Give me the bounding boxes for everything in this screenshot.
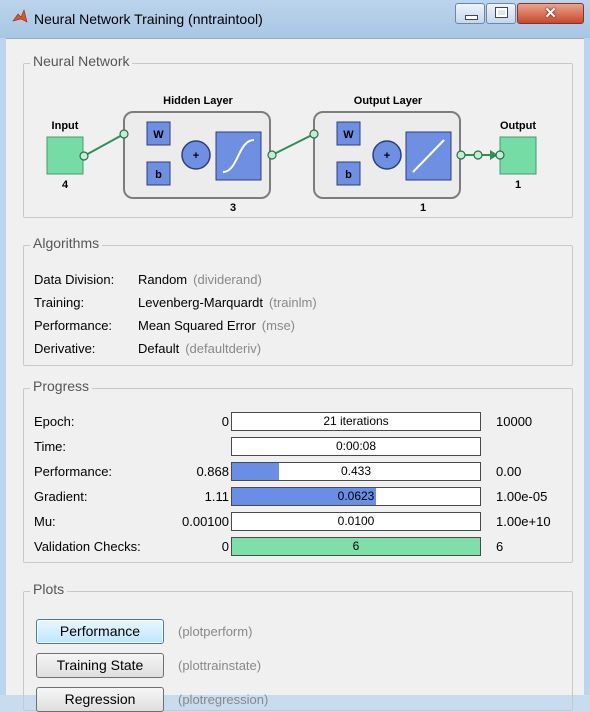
progress-row-time: Time: 0:00:08 bbox=[34, 436, 569, 457]
maximize-button[interactable] bbox=[486, 3, 516, 24]
progress-min: 0.868 bbox=[196, 464, 229, 479]
hidden-sum-symbol: + bbox=[193, 150, 199, 162]
plot-command: (plottrainstate) bbox=[178, 658, 262, 673]
progress-label: Time: bbox=[34, 439, 67, 454]
progress-current: 0:00:08 bbox=[335, 439, 377, 453]
minimize-button[interactable] bbox=[455, 3, 485, 24]
progress-row-gradient: Gradient: 1.11 0.0623 1.00e-05 bbox=[34, 486, 569, 507]
output-label: Output bbox=[500, 120, 536, 132]
progress-max: 6 bbox=[496, 539, 504, 554]
algorithm-function: (trainlm) bbox=[269, 295, 317, 310]
output-bias-label: b bbox=[345, 169, 352, 181]
plot-command: (plotregression) bbox=[178, 692, 269, 707]
input-size: 4 bbox=[62, 179, 69, 191]
hidden-layer-size: 3 bbox=[230, 202, 236, 214]
progress-label: Mu: bbox=[34, 514, 56, 529]
progress-label: Epoch: bbox=[34, 414, 75, 429]
hidden-bias-label: b bbox=[155, 169, 162, 181]
output-node-dot bbox=[495, 150, 505, 160]
progress-min: 0.00100 bbox=[182, 514, 229, 529]
section-title-plots: Plots bbox=[30, 581, 68, 597]
maximize-icon bbox=[496, 8, 507, 17]
progress-min: 0 bbox=[221, 414, 229, 429]
algorithm-value-group: Levenberg-Marquardt (trainlm) bbox=[138, 293, 317, 313]
algorithm-value-group: Mean Squared Error (mse) bbox=[138, 316, 295, 336]
algorithm-label: Performance: bbox=[34, 318, 113, 333]
progress-current: 0.0623 bbox=[337, 489, 375, 503]
hidden-output-dot bbox=[267, 150, 277, 160]
output-chain-dot bbox=[473, 150, 483, 160]
output-layer-title: Output Layer bbox=[354, 95, 423, 107]
algorithm-value-group: Default (defaultderiv) bbox=[138, 339, 261, 359]
algorithms-panel: Algorithms Data Division: Random (divider… bbox=[23, 235, 573, 366]
output-output-dot bbox=[456, 150, 466, 160]
output-size: 1 bbox=[515, 179, 521, 191]
algorithm-value: Levenberg-Marquardt bbox=[138, 295, 264, 310]
progress-max: 10000 bbox=[496, 414, 533, 429]
progress-bar: 0.0100 bbox=[231, 512, 481, 531]
output-layer-size: 1 bbox=[420, 202, 426, 214]
network-diagram: Input 4 Hidden Layer W b + 3 Output Laye… bbox=[46, 95, 537, 214]
window-title: Neural Network Training (nntraintool) bbox=[34, 11, 263, 27]
progress-row-mu: Mu: 0.00100 0.0100 1.00e+10 bbox=[34, 511, 569, 532]
plot-performance-button[interactable]: Performance bbox=[36, 619, 164, 644]
input-label: Input bbox=[52, 120, 79, 132]
close-button[interactable]: ✕ bbox=[517, 3, 584, 24]
hidden-input-dot bbox=[119, 129, 129, 139]
window-frame-right bbox=[584, 38, 590, 695]
neural-network-panel: Neural Network Input 4 Hidden Layer W b … bbox=[23, 53, 573, 218]
input-node bbox=[46, 136, 84, 175]
algorithm-value: Random bbox=[138, 272, 188, 287]
close-icon: ✕ bbox=[544, 5, 557, 22]
window-content: Neural Network Input 4 Hidden Layer W b … bbox=[6, 38, 584, 712]
progress-current: 0.433 bbox=[340, 464, 372, 478]
section-title-algorithms: Algorithms bbox=[30, 235, 103, 251]
progress-label: Gradient: bbox=[34, 489, 88, 504]
section-title-progress: Progress bbox=[30, 378, 93, 394]
progress-max: 0.00 bbox=[496, 464, 522, 479]
matlab-icon bbox=[12, 9, 28, 23]
plots-panel: Plots Performance (plotperform) Training… bbox=[23, 581, 573, 712]
output-input-dot bbox=[309, 129, 319, 139]
plot-training-state-button[interactable]: Training State bbox=[36, 653, 164, 678]
algorithm-function: (mse) bbox=[261, 318, 295, 333]
progress-max: 1.00e-05 bbox=[496, 489, 548, 504]
progress-bar: 6 bbox=[231, 537, 481, 556]
hidden-weight-label: W bbox=[153, 129, 164, 141]
algorithm-label: Training: bbox=[34, 295, 85, 310]
algorithm-function: (dividerand) bbox=[193, 272, 262, 287]
progress-row-validation-checks: Validation Checks: 0 6 6 bbox=[34, 536, 569, 557]
progress-bar: 0:00:08 bbox=[231, 437, 481, 456]
input-connector-dot bbox=[79, 151, 89, 161]
progress-current: 6 bbox=[352, 539, 360, 553]
algorithm-label: Data Division: bbox=[34, 272, 115, 287]
progress-current: 21 iterations bbox=[323, 414, 389, 428]
output-node bbox=[499, 136, 537, 175]
progress-row-epoch: Epoch: 0 21 iterations 10000 bbox=[34, 411, 569, 432]
algorithm-value: Default bbox=[138, 341, 180, 356]
progress-row-performance: Performance: 0.868 0.433 0.00 bbox=[34, 461, 569, 482]
minimize-icon bbox=[465, 15, 478, 20]
progress-min: 1.11 bbox=[204, 489, 229, 504]
progress-bar: 21 iterations bbox=[231, 412, 481, 431]
algorithm-function: (defaultderiv) bbox=[185, 341, 262, 356]
algorithm-value-group: Random (dividerand) bbox=[138, 270, 262, 290]
plot-regression-button[interactable]: Regression bbox=[36, 687, 164, 712]
plot-command: (plotperform) bbox=[178, 624, 253, 639]
progress-max: 1.00e+10 bbox=[496, 514, 551, 529]
progress-current: 0.0100 bbox=[337, 514, 375, 528]
hidden-layer-title: Hidden Layer bbox=[163, 95, 233, 107]
output-sum-symbol: + bbox=[384, 150, 390, 162]
title-bar[interactable]: Neural Network Training (nntraintool) ✕ bbox=[0, 0, 590, 38]
progress-panel: Progress Epoch: 0 21 iterations 10000 Ti… bbox=[23, 378, 573, 563]
progress-bar: 0.433 bbox=[231, 462, 481, 481]
progress-label: Validation Checks: bbox=[34, 539, 141, 554]
progress-label: Performance: bbox=[34, 464, 113, 479]
output-weight-label: W bbox=[343, 129, 354, 141]
progress-min: 0 bbox=[221, 539, 229, 554]
progress-bar: 0.0623 bbox=[231, 487, 481, 506]
algorithm-value: Mean Squared Error bbox=[138, 318, 256, 333]
algorithm-label: Derivative: bbox=[34, 341, 96, 356]
